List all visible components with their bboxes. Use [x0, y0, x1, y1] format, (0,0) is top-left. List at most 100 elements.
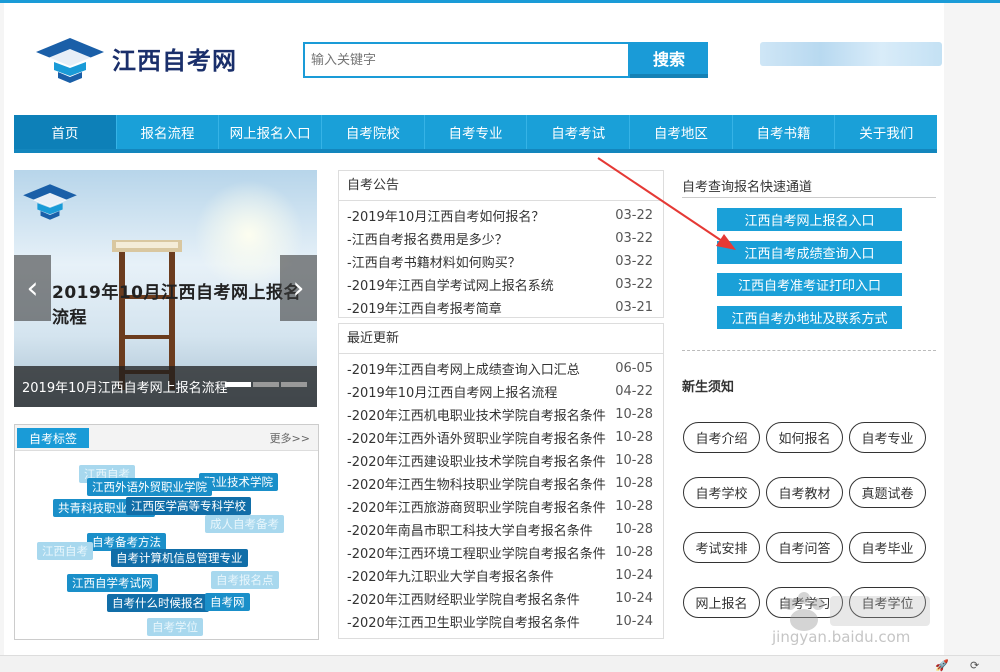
list-item[interactable]: -2020年江西生物科技职业学院自考报名条件 10-28 — [347, 472, 653, 495]
site-logo[interactable]: 江西自考网 — [32, 32, 262, 84]
banner-dot-2[interactable] — [253, 382, 279, 387]
pill-link[interactable]: 网上报名 — [683, 587, 760, 618]
news-date: 03-22 — [615, 277, 653, 292]
nav-item-exams[interactable]: 自考考试 — [527, 115, 631, 149]
nav-item-home[interactable]: 首页 — [14, 115, 117, 149]
news-title[interactable]: -2019年江西自学考试网上报名系统 — [347, 275, 554, 294]
search-button[interactable]: 搜索 — [630, 42, 708, 78]
tag-item[interactable]: 自考学位 — [147, 618, 203, 636]
tag-item[interactable]: 成人自考备考 — [205, 515, 284, 533]
news-title[interactable]: -2020年江西旅游商贸职业学院自考报名条件 — [347, 497, 606, 516]
news-title[interactable]: -2020年江西建设职业技术学院自考报名条件 — [347, 451, 606, 470]
list-item[interactable]: -2019年江西自考网上成绩查询入口汇总 06-05 — [347, 357, 653, 380]
list-item[interactable]: -2020年江西外语外贸职业学院自考报名条件 10-28 — [347, 426, 653, 449]
updates-box: 最近更新 -2019年江西自考网上成绩查询入口汇总 06-05 -2019年10月… — [338, 323, 664, 639]
banner-carousel[interactable]: 2019年10月江西自考网上报名流程 ‹ › 2019年10月江西自考网上报名流… — [14, 170, 317, 407]
news-date: 10-28 — [615, 545, 653, 560]
news-title[interactable]: -2020年江西外语外贸职业学院自考报名条件 — [347, 428, 606, 447]
list-item[interactable]: -2020年江西环境工程职业学院自考报名条件 10-28 — [347, 541, 653, 564]
score-query-button[interactable]: 江西自考成绩查询入口 — [717, 241, 902, 264]
news-title[interactable]: -2019年江西自考网上成绩查询入口汇总 — [347, 359, 580, 378]
news-date: 10-28 — [615, 430, 653, 445]
news-title[interactable]: -2020年江西财经职业学院自考报名条件 — [347, 589, 580, 608]
tag-item[interactable]: 江西自学考试网 — [67, 574, 158, 592]
pill-link[interactable]: 自考介绍 — [683, 422, 760, 453]
nav-item-books[interactable]: 自考书籍 — [733, 115, 836, 149]
news-title[interactable]: -2019年江西自考报考简章 — [347, 298, 502, 317]
list-item[interactable]: -2019年10月江西自考如何报名？ 03-22 — [347, 204, 653, 227]
list-item[interactable]: -江西自考报名费用是多少？ 03-22 — [347, 227, 653, 250]
list-item[interactable]: -2020年江西财经职业学院自考报名条件 10-24 — [347, 587, 653, 610]
pill-link[interactable]: 自考专业 — [849, 422, 926, 453]
logo-icon — [36, 38, 104, 83]
list-item[interactable]: -2020年江西卫生职业学院自考报名条件 10-24 — [347, 610, 653, 633]
news-title[interactable]: -2019年10月江西自考如何报名？ — [347, 206, 544, 225]
list-item[interactable]: -2020年江西建设职业技术学院自考报名条件 10-28 — [347, 449, 653, 472]
logo-text: 江西自考网 — [112, 46, 237, 75]
news-title[interactable]: -2020年九江职业大学自考报名条件 — [347, 566, 554, 585]
nav-item-about[interactable]: 关于我们 — [835, 115, 937, 149]
banner-dot-1[interactable] — [225, 382, 251, 387]
admission-ticket-button[interactable]: 江西自考准考证打印入口 — [717, 273, 902, 296]
nav-item-registration-process[interactable]: 报名流程 — [117, 115, 220, 149]
nav-item-online-registration[interactable]: 网上报名入口 — [219, 115, 323, 149]
main-nav: 首页 报名流程 网上报名入口 自考院校 自考专业 自考考试 自考地区 自考书籍 … — [14, 115, 937, 153]
news-title[interactable]: -2020年江西卫生职业学院自考报名条件 — [347, 612, 580, 631]
list-item[interactable]: -2020年南昌市职工科技大学自考报名条件 10-28 — [347, 518, 653, 541]
chevron-right-icon[interactable]: › — [280, 255, 317, 321]
search-input[interactable] — [305, 44, 628, 76]
news-date: 10-28 — [615, 453, 653, 468]
tag-item[interactable]: 江西医学高等专科学校 — [126, 497, 251, 515]
news-title[interactable]: -江西自考书籍材料如何购买？ — [347, 252, 521, 271]
news-date: 10-24 — [615, 568, 653, 583]
tags-panel: 自考标签 更多>> 江西自考 职业技术学院 江西外语外贸职业学院 共青科技职业学… — [14, 424, 319, 640]
tag-item[interactable]: 自考什么时候报名 — [107, 594, 209, 612]
pill-link[interactable]: 考试安排 — [683, 532, 760, 563]
pill-link[interactable]: 如何报名 — [766, 422, 843, 453]
news-date: 10-28 — [615, 407, 653, 422]
list-item[interactable]: -2020年九江职业大学自考报名条件 10-24 — [347, 564, 653, 587]
rocket-icon[interactable]: 🚀 — [935, 659, 949, 672]
list-item[interactable]: -2019年江西自学考试网上报名系统 03-22 — [347, 273, 653, 296]
list-item[interactable]: -2020年江西旅游商贸职业学院自考报名条件 10-28 — [347, 495, 653, 518]
list-item[interactable]: -2019年10月江西自考网上报名流程 04-22 — [347, 380, 653, 403]
pill-link[interactable]: 自考问答 — [766, 532, 843, 563]
nav-item-regions[interactable]: 自考地区 — [630, 115, 733, 149]
news-title[interactable]: -2020年江西环境工程职业学院自考报名条件 — [347, 543, 606, 562]
notice-box: 自考公告 -2019年10月江西自考如何报名？ 03-22 -江西自考报名费用是多… — [338, 170, 664, 318]
tag-item[interactable]: 自考报名点 — [211, 571, 279, 589]
dashed-divider — [682, 350, 936, 351]
news-title[interactable]: -2019年10月江西自考网上报名流程 — [347, 382, 557, 401]
tag-item[interactable]: 江西外语外贸职业学院 — [87, 478, 212, 496]
banner-dot-3[interactable] — [281, 382, 307, 387]
tag-item[interactable]: 江西自考 — [37, 542, 93, 560]
list-item[interactable]: -江西自考书籍材料如何购买？ 03-22 — [347, 250, 653, 273]
list-item[interactable]: -2019年江西自考报考简章 03-21 — [347, 296, 653, 319]
nav-item-majors[interactable]: 自考专业 — [425, 115, 528, 149]
tag-item[interactable]: 自考网 — [205, 593, 250, 611]
pill-link[interactable]: 自考学校 — [683, 477, 760, 508]
refresh-icon[interactable]: ⟳ — [970, 659, 979, 672]
chevron-left-icon[interactable]: ‹ — [14, 255, 51, 321]
news-date: 10-28 — [615, 499, 653, 514]
news-date: 03-21 — [615, 300, 653, 315]
updates-list: -2019年江西自考网上成绩查询入口汇总 06-05 -2019年10月江西自考网… — [339, 354, 663, 633]
office-contact-button[interactable]: 江西自考办地址及联系方式 — [717, 306, 902, 329]
news-date: 10-28 — [615, 522, 653, 537]
tag-item[interactable]: 自考计算机信息管理专业 — [111, 549, 248, 567]
news-title[interactable]: -2020年江西机电职业技术学院自考报名条件 — [347, 405, 606, 424]
search-box — [303, 42, 630, 78]
tags-more-link[interactable]: 更多>> — [270, 430, 310, 446]
nav-item-schools[interactable]: 自考院校 — [322, 115, 425, 149]
banner-bottom-title[interactable]: 2019年10月江西自考网上报名流程 — [22, 377, 228, 396]
news-title[interactable]: -2020年江西生物科技职业学院自考报名条件 — [347, 474, 606, 493]
list-item[interactable]: -2020年江西机电职业技术学院自考报名条件 10-28 — [347, 403, 653, 426]
news-title[interactable]: -江西自考报名费用是多少？ — [347, 229, 508, 248]
pill-link[interactable]: 自考教材 — [766, 477, 843, 508]
pill-link[interactable]: 真题试卷 — [849, 477, 926, 508]
news-date: 03-22 — [615, 254, 653, 269]
online-registration-button[interactable]: 江西自考网上报名入口 — [717, 208, 902, 231]
pill-link[interactable]: 自考毕业 — [849, 532, 926, 563]
banner-pagination — [225, 382, 307, 387]
news-title[interactable]: -2020年南昌市职工科技大学自考报名条件 — [347, 520, 593, 539]
